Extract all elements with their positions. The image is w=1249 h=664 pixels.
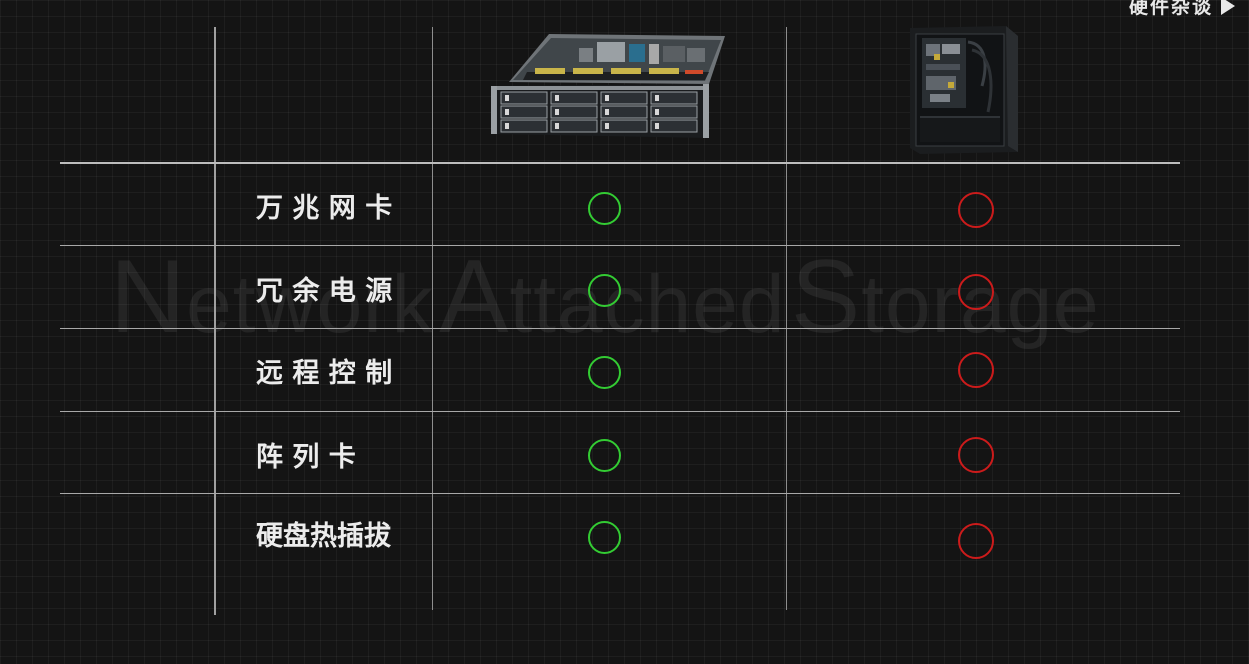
row-label-hot-swap: 硬盘热插拔 [256,521,391,552]
supported-circle-icon [588,192,621,225]
column-divider-1 [432,27,433,610]
play-icon [1221,0,1235,15]
channel-brand: 硬件杂谈 [1129,0,1235,19]
not-supported-circle-icon [958,352,994,388]
header-divider [60,162,1180,164]
not-supported-circle-icon [958,523,994,559]
comparison-slide: Network Attached Storage 硬件杂谈 万 兆 网 卡 冗 … [0,0,1249,664]
not-supported-circle-icon [958,192,994,228]
row-label-remote-management: 远 程 控 制 [256,358,393,389]
supported-circle-icon [588,274,621,307]
row-label-10g-nic: 万 兆 网 卡 [256,193,393,224]
label-column-divider [214,27,216,615]
row-divider-3 [60,411,1180,412]
not-supported-circle-icon [958,437,994,473]
watermark-initial-s: S [790,239,862,355]
watermark-initial-a: A [439,239,510,355]
rack-server-image [491,34,725,138]
supported-circle-icon [588,356,621,389]
tower-case-image [910,26,1018,154]
supported-circle-icon [588,439,621,472]
row-divider-4 [60,493,1180,494]
row-label-raid-card: 阵 列 卡 [256,442,356,473]
brand-text: 硬件杂谈 [1128,0,1213,18]
watermark-word-ttached: ttached [509,259,786,350]
watermark-initial-n: N [110,239,187,355]
row-label-redundant-psu: 冗 余 电 源 [256,276,393,307]
supported-circle-icon [588,521,621,554]
column-divider-2 [786,27,787,610]
not-supported-circle-icon [958,274,994,310]
row-divider-2 [60,328,1180,329]
row-divider-1 [60,245,1180,246]
